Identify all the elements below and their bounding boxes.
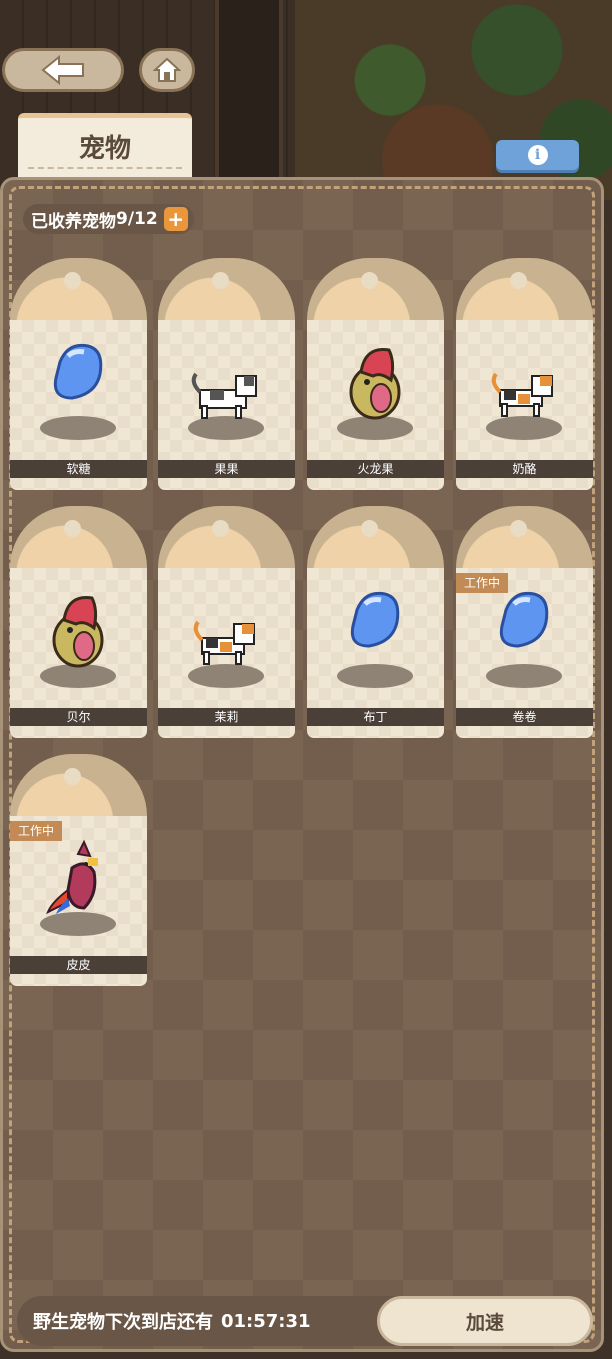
pet-card[interactable]: 贝尔 — [10, 506, 147, 738]
card-header — [10, 258, 147, 320]
pet-name: 布丁 — [307, 708, 444, 726]
adopted-count-label: 已收养宠物 — [31, 211, 116, 232]
arrow-left-icon — [41, 55, 84, 85]
card-body: 软糖 — [10, 320, 147, 490]
cat-calico-icon — [484, 332, 564, 432]
page-title: 宠物 — [78, 134, 131, 164]
pet-name: 火龙果 — [307, 460, 444, 478]
pet-card[interactable]: 奶酪 — [456, 258, 593, 490]
pet-card[interactable]: 果果 — [158, 258, 295, 490]
card-body: 布丁 — [307, 568, 444, 738]
pet-panel: 已收养宠物 9/12 + 软糖 果果 火龙果 奶酪 贝尔 茉莉 布丁 工作中 卷卷 工作中 皮皮 野… — [0, 177, 604, 1352]
slime-icon — [38, 332, 118, 432]
card-dot — [64, 272, 81, 289]
pet-card[interactable]: 茉莉 — [158, 506, 295, 738]
card-body: 工作中 皮皮 — [10, 816, 147, 986]
card-body: 火龙果 — [307, 320, 444, 490]
wild-pet-timer: 野生宠物下次到店还有 01:57:31 — [17, 1296, 417, 1346]
card-header — [456, 258, 593, 320]
card-dot — [510, 272, 527, 289]
bird-red-icon — [38, 580, 118, 680]
pet-name: 贝尔 — [10, 708, 147, 726]
cat-white-icon — [186, 332, 266, 432]
pet-card[interactable]: 工作中 卷卷 — [456, 506, 593, 738]
add-slot-button[interactable]: + — [163, 207, 188, 231]
home-icon — [153, 57, 181, 82]
back-button[interactable] — [2, 48, 124, 92]
adopted-count: 已收养宠物 9/12 + — [23, 204, 194, 234]
card-body: 茉莉 — [158, 568, 295, 738]
pet-name: 软糖 — [10, 460, 147, 478]
pet-card[interactable]: 火龙果 — [307, 258, 444, 490]
title-tab: 宠物 — [18, 113, 192, 183]
adopted-count-value: 9/12 — [116, 209, 158, 229]
slime-icon — [484, 580, 564, 680]
card-dot — [212, 520, 229, 537]
card-body: 果果 — [158, 320, 295, 490]
card-header — [10, 506, 147, 568]
pet-name: 皮皮 — [10, 956, 147, 974]
pet-card[interactable]: 工作中 皮皮 — [10, 754, 147, 986]
card-header — [158, 258, 295, 320]
card-dot — [64, 768, 81, 785]
card-dot — [510, 520, 527, 537]
pet-name: 奶酪 — [456, 460, 593, 478]
bird-red-icon — [335, 332, 415, 432]
pet-name: 卷卷 — [456, 708, 593, 726]
card-dot — [361, 272, 378, 289]
card-dot — [64, 520, 81, 537]
pet-card[interactable]: 布丁 — [307, 506, 444, 738]
card-body: 奶酪 — [456, 320, 593, 490]
card-header — [158, 506, 295, 568]
working-badge: 工作中 — [456, 573, 509, 593]
info-button[interactable]: i — [496, 140, 579, 170]
timer-value: 01:57:31 — [221, 1310, 311, 1332]
pet-name: 果果 — [158, 460, 295, 478]
home-button[interactable] — [139, 48, 195, 92]
card-header — [307, 506, 444, 568]
cat-calico-icon — [186, 580, 266, 680]
timer-label: 野生宠物下次到店还有 — [33, 1312, 213, 1333]
card-header — [10, 754, 147, 816]
shop-door — [215, 0, 283, 180]
pet-card[interactable]: 软糖 — [10, 258, 147, 490]
card-body: 工作中 卷卷 — [456, 568, 593, 738]
card-header — [456, 506, 593, 568]
card-dot — [212, 272, 229, 289]
card-body: 贝尔 — [10, 568, 147, 738]
card-dot — [361, 520, 378, 537]
info-icon: i — [527, 145, 548, 165]
slime-icon — [335, 580, 415, 680]
pet-name: 茉莉 — [158, 708, 295, 726]
working-badge: 工作中 — [10, 821, 63, 841]
trees — [295, 0, 612, 200]
speed-up-button[interactable]: 加速 — [377, 1296, 593, 1346]
parrot-icon — [38, 828, 118, 928]
card-header — [307, 258, 444, 320]
